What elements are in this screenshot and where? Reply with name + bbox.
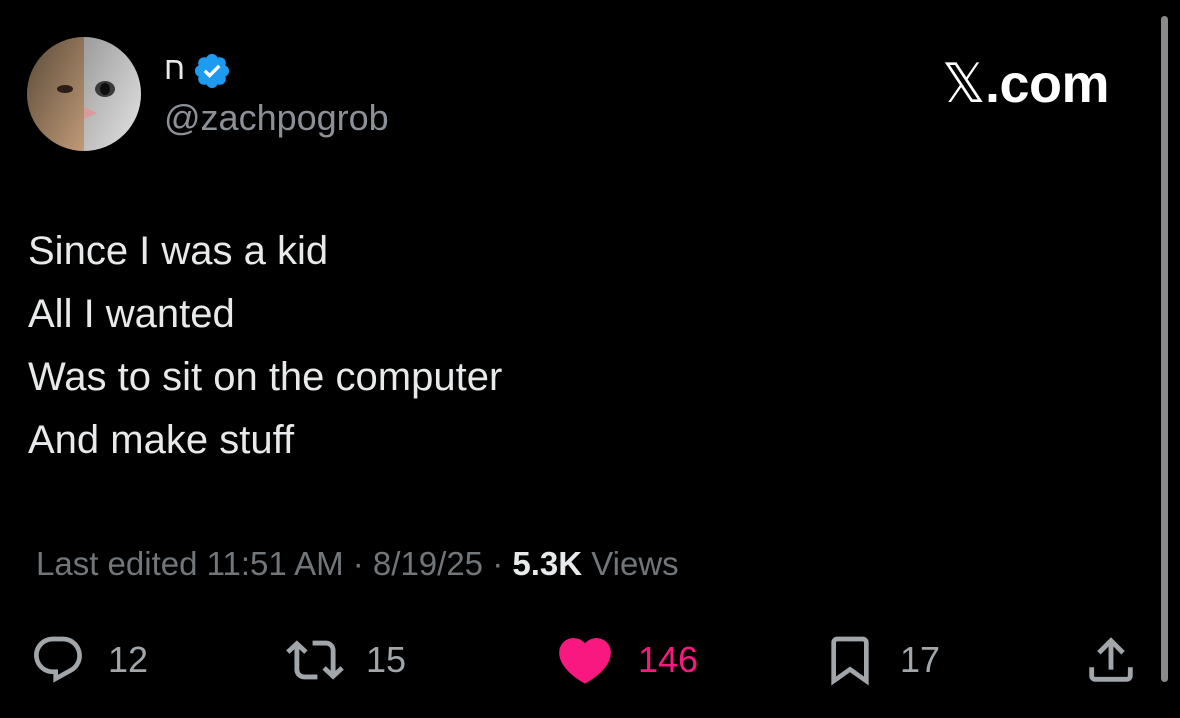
heart-icon — [559, 638, 611, 684]
scrollbar[interactable] — [1161, 16, 1168, 682]
share-button[interactable] — [1082, 620, 1140, 700]
reply-button[interactable]: 12 — [30, 620, 148, 700]
repost-count: 15 — [366, 639, 407, 680]
tweet-meta: Last edited 11:51 AM · 8/19/25 · 5.3K Vi… — [36, 538, 679, 590]
reply-icon — [34, 636, 82, 683]
meta-separator: · — [483, 545, 513, 582]
like-button[interactable]: 146 — [554, 620, 698, 700]
views-count: 5.3K — [512, 545, 583, 582]
x-logo-icon: 𝕏 — [942, 54, 986, 114]
repost-icon — [286, 640, 344, 680]
tweet-line: All I wanted — [28, 292, 235, 336]
tweet-text: Since I was a kid All I wanted Was to si… — [28, 220, 502, 472]
x-logo: 𝕏.com — [942, 54, 1110, 114]
bookmark-count: 17 — [900, 639, 941, 680]
views-label: Views — [582, 545, 679, 582]
display-name[interactable]: ח — [164, 44, 185, 92]
tweet-line: And make stuff — [28, 418, 295, 462]
bookmark-icon — [831, 636, 869, 686]
verified-icon — [192, 51, 232, 91]
repost-button[interactable]: 15 — [286, 620, 406, 700]
avatar[interactable] — [27, 37, 141, 151]
edited-timestamp[interactable]: Last edited 11:51 AM · 8/19/25 — [36, 545, 483, 582]
tweet-line: Since I was a kid — [28, 229, 329, 273]
reply-count: 12 — [108, 639, 149, 680]
share-icon — [1089, 637, 1133, 682]
like-count: 146 — [638, 639, 699, 680]
action-bar: 12 15 146 17 — [0, 620, 1180, 700]
logo-text: .com — [985, 54, 1110, 114]
bookmark-button[interactable]: 17 — [822, 620, 940, 700]
author-handle[interactable]: @zachpogrob — [164, 96, 389, 140]
tweet-line: Was to sit on the computer — [28, 355, 503, 399]
